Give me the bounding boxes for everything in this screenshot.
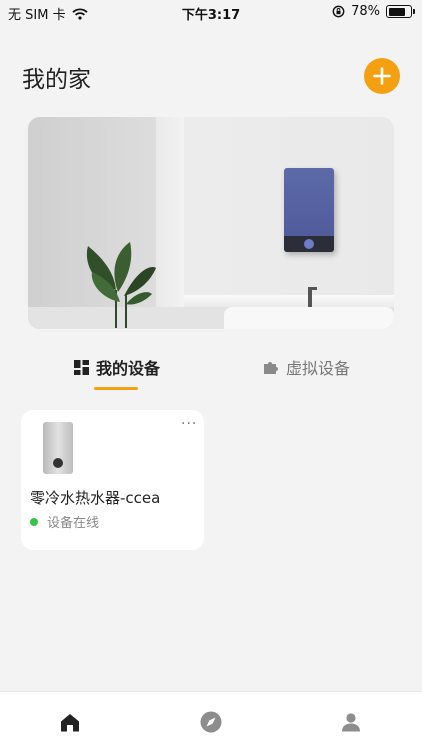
page-title: 我的家	[22, 67, 91, 93]
grid-icon	[74, 359, 89, 375]
device-status: 设备在线	[30, 512, 99, 531]
water-heater-illustration	[284, 168, 334, 252]
user-icon	[342, 713, 360, 732]
status-bar: 无 SIM 卡 下午3:17 78%	[0, 0, 422, 24]
tab-my-devices-label: 我的设备	[96, 359, 161, 378]
nav-me[interactable]	[339, 710, 363, 734]
online-status-dot	[30, 517, 38, 526]
nav-home[interactable]	[58, 710, 82, 734]
status-right: 78%	[332, 4, 415, 19]
home-banner-image[interactable]	[28, 117, 394, 329]
battery-icon	[386, 5, 415, 18]
home-icon	[61, 713, 79, 731]
heater-dial	[304, 239, 314, 249]
add-device-button[interactable]	[364, 58, 400, 94]
battery-percent: 78%	[351, 4, 380, 19]
device-status-label: 设备在线	[47, 516, 100, 531]
banner-pillar	[156, 117, 184, 329]
thumbnail-display	[53, 458, 63, 468]
banner-faucet	[308, 287, 317, 307]
heater-control-panel	[284, 236, 334, 252]
banner-basin	[224, 307, 394, 329]
battery-level-fill	[388, 7, 405, 16]
bottom-nav	[0, 691, 422, 751]
plant-illustration	[86, 242, 156, 328]
rotation-lock-icon	[332, 5, 345, 18]
tab-virtual-devices[interactable]: 虚拟设备	[263, 355, 350, 379]
tab-my-devices[interactable]: 我的设备	[74, 355, 160, 379]
nav-discover[interactable]	[199, 710, 223, 734]
tab-virtual-devices-label: 虚拟设备	[286, 359, 351, 378]
active-tab-indicator	[94, 387, 138, 390]
device-name: 零冷水热水器-ccea	[30, 489, 161, 507]
device-card[interactable]: ··· 零冷水热水器-ccea 设备在线	[21, 410, 204, 550]
puzzle-icon	[264, 362, 278, 374]
water-heater-thumbnail	[43, 422, 73, 474]
more-options-icon[interactable]: ···	[181, 416, 197, 432]
banner-shelf	[184, 295, 394, 307]
plus-icon	[373, 67, 391, 85]
compass-icon	[200, 711, 222, 733]
